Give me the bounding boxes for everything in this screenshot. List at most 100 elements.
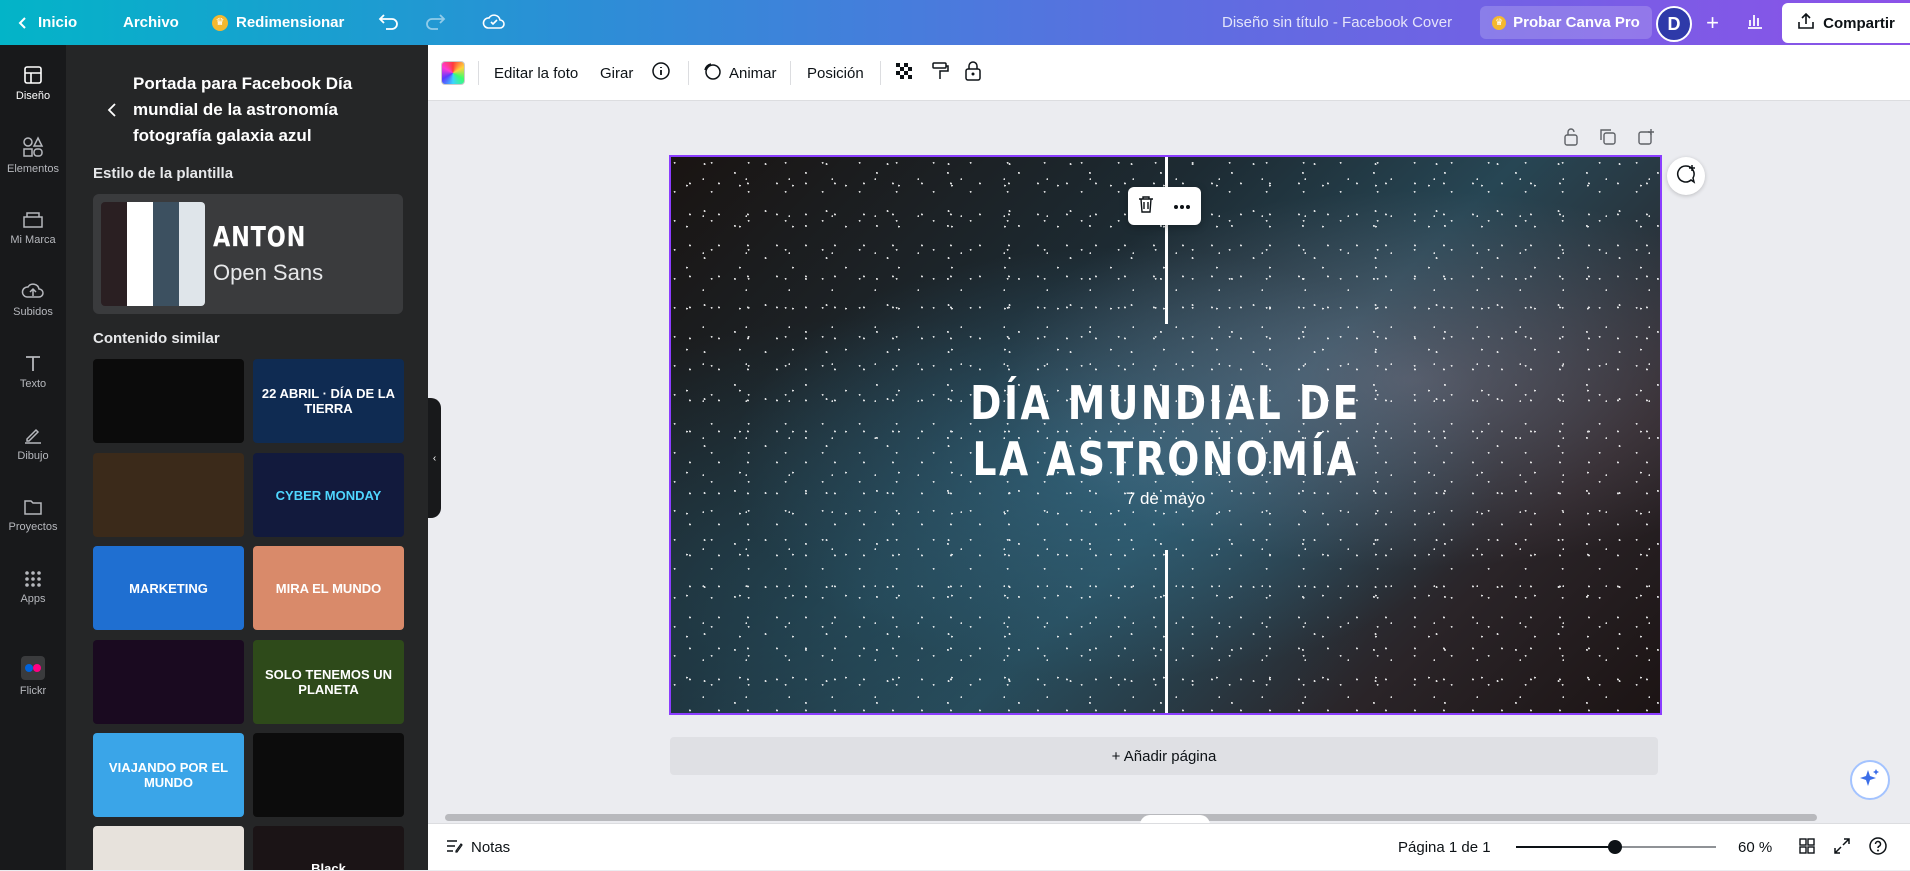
- pen-icon: [23, 425, 43, 445]
- style-section-label: Estilo de la plantilla: [93, 165, 234, 182]
- design-page[interactable]: DÍA MUNDIAL DE LA ASTRONOMÍA 7 de mayo: [669, 155, 1662, 715]
- scrollbar-thumb[interactable]: [445, 814, 1817, 821]
- rail-label: Flickr: [19, 684, 47, 697]
- paint-roller-icon: [930, 61, 950, 85]
- rail-item-brand[interactable]: Mi Marca: [0, 194, 66, 260]
- more-options-icon[interactable]: [1173, 197, 1191, 215]
- brand-icon: [22, 209, 44, 229]
- rail-item-projects[interactable]: Proyectos: [0, 482, 66, 548]
- similar-template-thumb[interactable]: SOLO TENEMOS UN PLANETA: [253, 640, 404, 724]
- headline-line: DÍA MUNDIAL DE: [970, 376, 1361, 430]
- page-actions: [1563, 128, 1655, 148]
- similar-template-thumb[interactable]: Black: [253, 826, 404, 870]
- animate-icon: [702, 61, 722, 85]
- add-page-icon[interactable]: [1637, 128, 1655, 148]
- context-toolbar: Editar la foto Girar Animar Posición: [428, 45, 1910, 101]
- lock-button[interactable]: [964, 45, 982, 101]
- zoom-level[interactable]: 60 %: [1738, 824, 1772, 871]
- headline-text[interactable]: DÍA MUNDIAL DE LA ASTRONOMÍA: [760, 375, 1571, 487]
- rail-item-design[interactable]: Diseño: [0, 50, 66, 116]
- add-collaborator-button[interactable]: +: [1696, 6, 1729, 39]
- similar-template-thumb[interactable]: MARKETING: [93, 546, 244, 630]
- headline-line: LA ASTRONOMÍA: [972, 432, 1359, 486]
- similar-template-thumb[interactable]: MIRA EL MUNDO: [253, 546, 404, 630]
- layout-icon: [23, 65, 43, 85]
- palette-swatch: [127, 202, 153, 306]
- zoom-slider-knob[interactable]: [1608, 840, 1622, 854]
- rail-item-flickr[interactable]: Flickr: [0, 643, 66, 709]
- add-page-button[interactable]: + Añadir página: [670, 737, 1658, 775]
- rail-item-draw[interactable]: Dibujo: [0, 410, 66, 476]
- home-button[interactable]: Inicio: [16, 0, 77, 45]
- left-rail: Diseño Elementos Mi Marca Subidos Texto …: [0, 45, 66, 870]
- similar-template-thumb[interactable]: VIAJANDO POR EL MUNDO: [93, 733, 244, 817]
- folder-icon: [23, 498, 43, 516]
- position-label: Posición: [807, 64, 864, 82]
- redo-icon: [424, 12, 446, 34]
- rail-item-uploads[interactable]: Subidos: [0, 266, 66, 332]
- collapse-panel-button[interactable]: ‹: [428, 398, 441, 518]
- zoom-slider[interactable]: [1516, 840, 1716, 854]
- avatar[interactable]: D: [1656, 6, 1692, 42]
- position-button[interactable]: Posición: [807, 45, 864, 101]
- page-indicator[interactable]: Página 1 de 1: [1398, 824, 1491, 871]
- undo-button[interactable]: [378, 0, 400, 45]
- vertical-line-bottom[interactable]: [1165, 550, 1168, 713]
- thumb-text: VIAJANDO POR EL MUNDO: [108, 760, 229, 790]
- color-palette: [101, 202, 205, 306]
- file-menu-button[interactable]: Archivo: [123, 0, 179, 45]
- rail-label: Dibujo: [17, 449, 49, 462]
- similar-template-thumb[interactable]: [93, 359, 244, 443]
- copy-style-button[interactable]: [930, 45, 950, 101]
- similar-template-thumb[interactable]: 22 ABRIL · DÍA DE LA TIERRA: [253, 359, 404, 443]
- rail-label: Proyectos: [8, 520, 58, 533]
- trash-icon[interactable]: [1138, 195, 1154, 218]
- help-button[interactable]: [1868, 824, 1888, 871]
- transparency-button[interactable]: [894, 45, 914, 101]
- insights-button[interactable]: [1738, 6, 1771, 39]
- redo-button[interactable]: [424, 0, 446, 45]
- add-comment-button[interactable]: [1667, 157, 1705, 195]
- duplicate-page-icon[interactable]: [1599, 128, 1617, 148]
- template-style-card[interactable]: ANTON Open Sans: [93, 194, 403, 314]
- thumb-text: MARKETING: [129, 580, 208, 596]
- back-button[interactable]: [102, 102, 122, 122]
- lock-page-icon[interactable]: [1563, 128, 1579, 148]
- share-label: Compartir: [1823, 14, 1895, 32]
- resize-button[interactable]: ♛ Redimensionar: [212, 0, 344, 45]
- edit-photo-button[interactable]: Editar la foto: [494, 45, 578, 101]
- resize-label: Redimensionar: [236, 14, 345, 31]
- grid-view-button[interactable]: [1798, 824, 1816, 871]
- similar-template-thumb[interactable]: [93, 826, 244, 870]
- bar-chart-icon: [1746, 12, 1764, 34]
- heading-font-name: ANTON: [213, 220, 307, 253]
- animate-button[interactable]: Animar: [702, 45, 777, 101]
- share-button[interactable]: Compartir: [1782, 3, 1910, 43]
- rail-label: Texto: [19, 377, 47, 390]
- help-icon: [1868, 836, 1888, 860]
- bottom-bar: Notas Página 1 de 1 60 %: [428, 823, 1910, 870]
- date-text[interactable]: 7 de mayo: [671, 489, 1660, 509]
- rail-item-elements[interactable]: Elementos: [0, 122, 66, 188]
- try-pro-button[interactable]: ♛ Probar Canva Pro: [1480, 6, 1652, 39]
- notes-button[interactable]: Notas: [445, 824, 510, 871]
- notes-label: Notas: [471, 839, 511, 856]
- rotate-button[interactable]: Girar: [600, 45, 633, 101]
- save-status-button[interactable]: [482, 0, 506, 45]
- rail-item-text[interactable]: Texto: [0, 338, 66, 404]
- rail-item-apps[interactable]: Apps: [0, 554, 66, 620]
- similar-template-thumb[interactable]: [93, 640, 244, 724]
- magic-assistant-button[interactable]: [1850, 760, 1890, 800]
- similar-template-thumb[interactable]: CYBER MONDAY: [253, 453, 404, 537]
- vertical-line-top[interactable]: [1165, 157, 1168, 324]
- element-floating-toolbar: [1128, 187, 1201, 225]
- fullscreen-button[interactable]: [1833, 824, 1851, 871]
- cloud-check-icon: [482, 12, 506, 34]
- body-font-name: Open Sans: [213, 260, 324, 285]
- similar-template-thumb[interactable]: [253, 733, 404, 817]
- document-title[interactable]: Diseño sin título - Facebook Cover: [1222, 0, 1452, 45]
- color-picker-button[interactable]: [441, 45, 465, 101]
- info-button[interactable]: [651, 45, 671, 101]
- similar-template-thumb[interactable]: [93, 453, 244, 537]
- rail-label: Subidos: [13, 305, 53, 318]
